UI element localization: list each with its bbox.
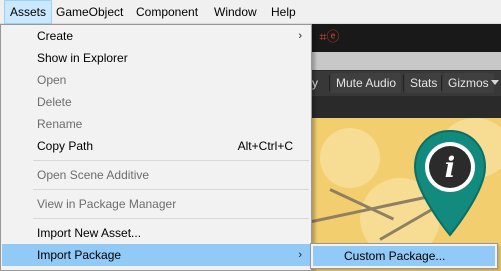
menu-window[interactable]: Window	[209, 0, 262, 24]
mute-audio-button[interactable]: Mute Audio	[331, 73, 402, 93]
chevron-right-icon: ›	[298, 249, 302, 261]
menu-separator	[33, 218, 309, 219]
menu-item-label: Open Scene Additive	[37, 168, 150, 182]
stats-button[interactable]: Stats	[405, 73, 443, 93]
menu-item-copy-path[interactable]: Copy Path Alt+Ctrl+C	[2, 135, 311, 157]
menu-item-delete: Delete	[2, 91, 311, 113]
chevron-right-icon: ›	[298, 30, 302, 42]
gizmos-dropdown-icon[interactable]	[491, 80, 499, 85]
game-toolbar-separator	[441, 75, 442, 91]
menu-item-label: Open	[37, 73, 67, 87]
toolbar-snap-icon[interactable]: ⓔ	[323, 28, 343, 46]
assets-menu: Create › Show in Explorer Open Delete Re…	[0, 24, 312, 271]
menu-item-open-scene-additive: Open Scene Additive	[2, 164, 311, 186]
menu-item-rename: Rename	[2, 113, 311, 135]
menu-help[interactable]: Help	[266, 0, 301, 24]
menu-item-label: Delete	[37, 95, 72, 109]
menu-item-shortcut: Alt+Ctrl+C	[237, 139, 293, 153]
import-package-submenu: Custom Package...	[310, 243, 498, 269]
menu-item-label: Import New Asset...	[37, 226, 142, 240]
menu-item-show-in-explorer[interactable]: Show in Explorer	[2, 47, 311, 69]
game-toolbar-separator	[403, 75, 404, 91]
menu-item-label: Rename	[37, 117, 83, 131]
menu-item-label: Import Package	[37, 248, 122, 262]
scene-background-blob	[320, 128, 380, 188]
info-map-pin-icon: i	[413, 129, 487, 237]
menu-item-custom-package[interactable]: Custom Package...	[313, 246, 495, 266]
menu-item-label: Copy Path	[37, 139, 94, 153]
menu-item-label: Create	[37, 29, 74, 43]
menu-item-label: View in Package Manager	[37, 197, 177, 211]
menu-item-label: Show in Explorer	[37, 51, 128, 65]
menu-item-open: Open	[2, 69, 311, 91]
menu-gameobject[interactable]: GameObject	[51, 0, 128, 24]
menu-item-view-in-package-manager: View in Package Manager	[2, 193, 311, 215]
gizmos-button[interactable]: Gizmos	[443, 73, 494, 93]
menu-item-label: Custom Package...	[344, 249, 446, 263]
menu-item-create[interactable]: Create ›	[2, 25, 311, 47]
menu-item-import-new-asset[interactable]: Import New Asset...	[2, 222, 311, 244]
menu-assets[interactable]: Assets	[4, 0, 53, 24]
menu-bar: Assets GameObject Component Window Help	[0, 0, 501, 24]
game-toolbar-separator	[329, 75, 330, 91]
menu-component[interactable]: Component	[131, 0, 203, 24]
menu-item-import-package[interactable]: Import Package ›	[2, 244, 311, 266]
pin-glyph: i	[445, 151, 456, 184]
menu-separator	[33, 160, 309, 161]
menu-separator	[33, 189, 309, 190]
